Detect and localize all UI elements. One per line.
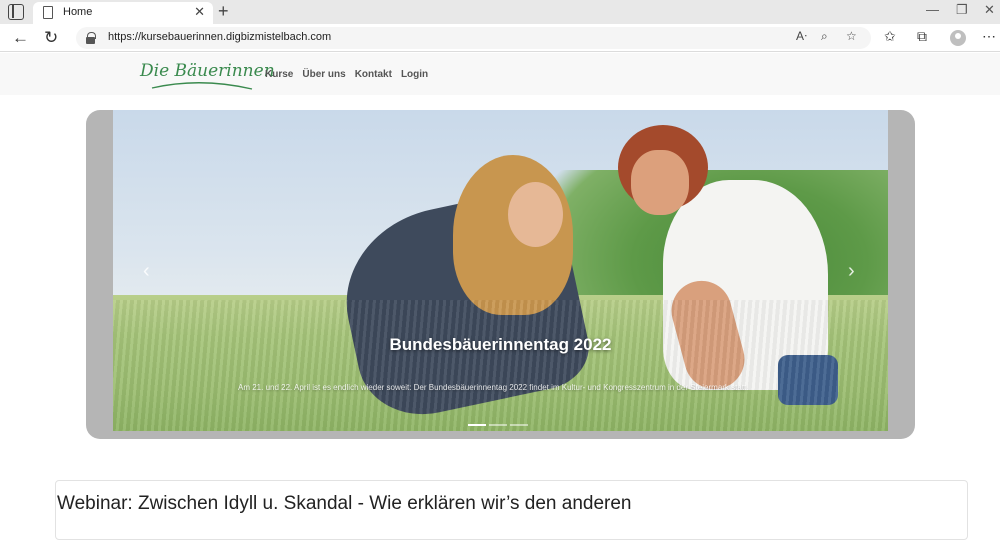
site-logo[interactable]: Die Bäuerinnen bbox=[140, 59, 275, 91]
nav-kurse[interactable]: Kurse bbox=[265, 69, 293, 80]
slide-person-left-face bbox=[508, 182, 563, 247]
tab-actions-icon[interactable] bbox=[8, 4, 24, 20]
minimize-button[interactable]: — bbox=[926, 2, 939, 17]
tab-title: Home bbox=[63, 6, 93, 18]
read-aloud-icon[interactable]: Aᐧ bbox=[796, 29, 807, 43]
lock-icon[interactable] bbox=[86, 32, 96, 44]
carousel-slide[interactable]: Bundesbäuerinnentag 2022 Am 21. und 22. … bbox=[113, 110, 888, 431]
carousel-caption-title: Bundesbäuerinnentag 2022 bbox=[389, 335, 612, 354]
address-bar[interactable]: https://kursebauerinnen.digbizmistelbach… bbox=[76, 27, 871, 49]
nav-ueber-uns[interactable]: Über uns bbox=[302, 69, 345, 80]
carousel-indicator[interactable] bbox=[489, 424, 507, 426]
browser-toolbar: ← ↻ https://kursebauerinnen.digbizmistel… bbox=[0, 24, 1000, 52]
nav-login[interactable]: Login bbox=[401, 69, 428, 80]
back-arrow-icon[interactable]: ← bbox=[12, 28, 29, 48]
carousel-next-icon[interactable]: › bbox=[848, 260, 855, 283]
site-nav: Kurse Über uns Kontakt Login bbox=[265, 69, 428, 80]
tab-strip: Home ✕ + — ❐ ✕ bbox=[0, 0, 1000, 24]
browser-tab[interactable]: Home ✕ bbox=[33, 2, 213, 24]
carousel-caption-text: Am 21. und 22. April ist es endlich wied… bbox=[238, 383, 749, 392]
slide-wheat bbox=[113, 300, 888, 431]
carousel-indicators bbox=[468, 424, 528, 426]
maximize-button[interactable]: ❐ bbox=[956, 2, 968, 18]
tab-close-icon[interactable]: ✕ bbox=[194, 4, 205, 20]
page-icon bbox=[43, 6, 53, 19]
favorites-icon[interactable]: ✩ bbox=[884, 28, 896, 45]
logo-swoosh bbox=[151, 82, 253, 90]
nav-kontakt[interactable]: Kontakt bbox=[355, 69, 392, 80]
more-icon[interactable]: ⋯ bbox=[982, 28, 996, 45]
close-window-button[interactable]: ✕ bbox=[984, 2, 995, 18]
hero-carousel: Bundesbäuerinnentag 2022 Am 21. und 22. … bbox=[86, 110, 915, 439]
course-card[interactable]: Webinar: Zwischen Idyll u. Skandal - Wie… bbox=[55, 480, 968, 540]
course-card-title[interactable]: Webinar: Zwischen Idyll u. Skandal - Wie… bbox=[57, 493, 632, 515]
carousel-prev-icon[interactable]: ‹ bbox=[143, 260, 150, 283]
new-tab-button[interactable]: + bbox=[218, 1, 229, 22]
refresh-icon[interactable]: ↻ bbox=[44, 28, 58, 48]
collections-icon[interactable]: ⧉ bbox=[917, 28, 927, 45]
carousel-indicator[interactable] bbox=[468, 424, 486, 426]
add-favorite-icon[interactable]: ☆ bbox=[846, 29, 857, 43]
zoom-icon[interactable]: ⌕ bbox=[821, 29, 828, 44]
slide-person-right-face bbox=[631, 150, 689, 215]
profile-icon[interactable] bbox=[950, 30, 966, 46]
url-text[interactable]: https://kursebauerinnen.digbizmistelbach… bbox=[108, 31, 331, 43]
carousel-indicator[interactable] bbox=[510, 424, 528, 426]
site-header: Die Bäuerinnen Kurse Über uns Kontakt Lo… bbox=[0, 53, 1000, 95]
